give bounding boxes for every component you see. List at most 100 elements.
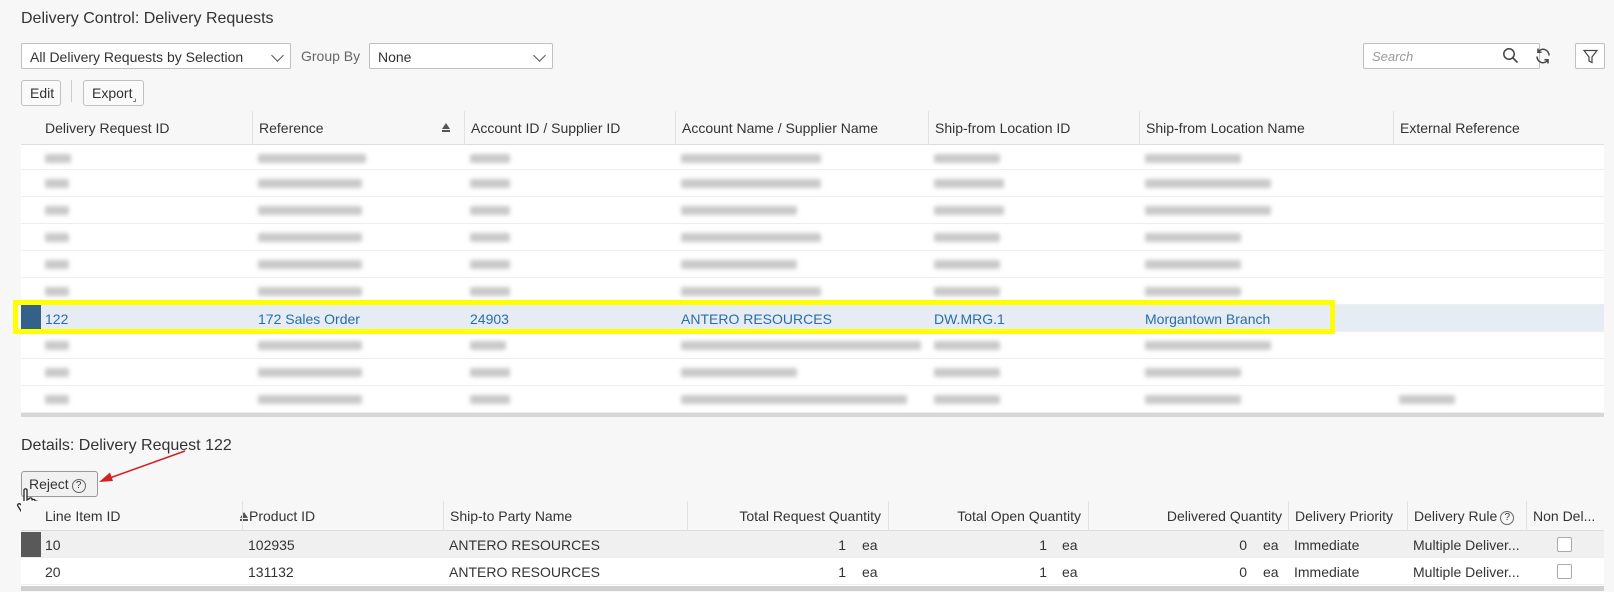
col-account-id[interactable]: Account ID / Supplier ID <box>464 111 674 145</box>
blurred-text <box>1145 368 1241 377</box>
blurred-text <box>258 233 362 242</box>
unit-label: ea <box>862 564 878 580</box>
col-external-reference[interactable]: External Reference <box>1393 111 1604 145</box>
cell-ship-to-party[interactable]: ANTERO RESOURCES <box>443 531 686 558</box>
blurred-text <box>258 341 362 350</box>
annotation-arrow <box>99 450 186 482</box>
cell-total-open-qty[interactable]: 1 <box>888 558 1053 585</box>
search-placeholder: Search <box>1372 49 1414 64</box>
delivery-requests-table: Delivery Request ID Reference Account ID… <box>21 111 1604 416</box>
non-delivered-checkbox[interactable] <box>1557 537 1572 552</box>
cell-total-request-qty[interactable]: 1 <box>687 558 852 585</box>
col-ship-from-name[interactable]: Ship-from Location Name <box>1139 111 1392 145</box>
filter-icon <box>1583 49 1598 64</box>
edit-button[interactable]: Edit <box>21 80 61 106</box>
table-row[interactable] <box>21 145 1604 170</box>
horizontal-scrollbar[interactable] <box>21 586 1604 591</box>
table-row[interactable] <box>21 224 1604 251</box>
blurred-text <box>470 260 510 269</box>
col-reference-label: Reference <box>259 120 324 136</box>
cell-delivered-qty[interactable]: 0 <box>1088 558 1253 585</box>
cell-total-request-qty[interactable]: 1 <box>687 531 852 558</box>
table-row[interactable] <box>21 197 1604 224</box>
blurred-text <box>258 368 362 377</box>
blurred-text <box>681 368 797 377</box>
cell-delivery-priority[interactable]: Immediate <box>1288 558 1408 585</box>
blurred-text <box>45 395 69 404</box>
table-row[interactable] <box>21 332 1604 359</box>
col-ship-from-id[interactable]: Ship-from Location ID <box>928 111 1138 145</box>
blurred-text <box>470 341 506 350</box>
export-button-label: Export <box>92 85 133 101</box>
group-by-value: None <box>378 49 412 65</box>
chevron-down-icon <box>533 49 546 62</box>
col-delivery-request-id[interactable]: Delivery Request ID <box>39 111 251 145</box>
cell-delivery-rule[interactable]: Multiple Deliver... <box>1407 531 1526 558</box>
blurred-text <box>681 206 797 215</box>
blurred-text <box>681 154 821 163</box>
cell-external-reference[interactable] <box>1393 305 1604 332</box>
search-icon[interactable] <box>1502 47 1519 64</box>
table-row[interactable] <box>21 251 1604 278</box>
refresh-icon[interactable] <box>1533 46 1553 66</box>
blurred-text <box>934 154 1000 163</box>
group-by-label: Group By <box>301 48 361 64</box>
blurred-text <box>45 154 71 163</box>
line-items-table: Line Item ID Product ID Ship-to Party Na… <box>21 501 1604 587</box>
blurred-text <box>1145 395 1241 404</box>
blurred-text <box>681 395 907 404</box>
table-row[interactable]: 20 131132 ANTERO RESOURCES 1 ea 1 ea 0 e… <box>21 558 1604 585</box>
horizontal-scrollbar[interactable] <box>21 413 1604 417</box>
table-row[interactable] <box>21 359 1604 386</box>
export-dropdown-icon: ⌟ <box>132 93 137 103</box>
blurred-text <box>45 233 69 242</box>
blurred-text <box>1145 260 1241 269</box>
cell-product-id[interactable]: 102935 <box>242 531 442 558</box>
cell-line-item-id[interactable]: 20 <box>39 558 239 585</box>
export-button[interactable]: Export⌟ <box>83 80 144 106</box>
help-icon: ? <box>1500 511 1515 525</box>
blurred-text <box>258 260 362 269</box>
table-row[interactable] <box>21 170 1604 197</box>
variant-select[interactable]: All Delivery Requests by Selection <box>21 43 291 69</box>
blurred-text <box>1145 341 1271 350</box>
cell-delivery-rule[interactable]: Multiple Deliver... <box>1407 558 1526 585</box>
col-product-id[interactable]: Product ID <box>242 501 442 531</box>
non-delivered-checkbox[interactable] <box>1557 564 1572 579</box>
col-total-open-qty[interactable]: Total Open Quantity <box>888 501 1087 531</box>
group-by-select[interactable]: None <box>369 43 553 69</box>
page-title: Delivery Control: Delivery Requests <box>21 10 274 27</box>
col-delivery-rule[interactable]: Delivery Rule? <box>1407 501 1526 531</box>
blurred-text <box>681 287 821 296</box>
filter-button[interactable] <box>1575 43 1605 69</box>
blurred-text <box>45 287 69 296</box>
blurred-text <box>1145 206 1271 215</box>
col-line-item-id[interactable]: Line Item ID <box>39 501 259 531</box>
cell-product-id[interactable]: 131132 <box>242 558 442 585</box>
col-delivered-qty[interactable]: Delivered Quantity <box>1088 501 1288 531</box>
blurred-text <box>45 179 69 188</box>
cell-delivered-qty[interactable]: 0 <box>1088 531 1253 558</box>
col-delivery-priority[interactable]: Delivery Priority <box>1288 501 1408 531</box>
row-selection-marker[interactable] <box>21 532 41 557</box>
blurred-text <box>45 260 69 269</box>
blurred-text <box>470 233 510 242</box>
cell-line-item-id[interactable]: 10 <box>39 531 239 558</box>
blurred-text <box>470 154 510 163</box>
col-non-delivered[interactable]: Non Del... <box>1526 501 1604 531</box>
cell-delivery-priority[interactable]: Immediate <box>1288 531 1408 558</box>
col-account-name[interactable]: Account Name / Supplier Name <box>675 111 927 145</box>
col-total-request-qty[interactable]: Total Request Quantity <box>687 501 887 531</box>
blurred-text <box>934 206 1004 215</box>
blurred-text <box>934 179 1004 188</box>
blurred-text <box>934 341 1000 350</box>
blurred-text <box>258 206 362 215</box>
cell-ship-to-party[interactable]: ANTERO RESOURCES <box>443 558 686 585</box>
col-ship-to-party[interactable]: Ship-to Party Name <box>443 501 686 531</box>
blurred-text <box>258 179 362 188</box>
table-row[interactable] <box>21 386 1604 413</box>
col-reference[interactable]: Reference <box>252 111 463 145</box>
blurred-text <box>681 341 921 350</box>
table-row[interactable]: 10 102935 ANTERO RESOURCES 1 ea 1 ea 0 e… <box>21 531 1604 558</box>
cell-total-open-qty[interactable]: 1 <box>888 531 1053 558</box>
